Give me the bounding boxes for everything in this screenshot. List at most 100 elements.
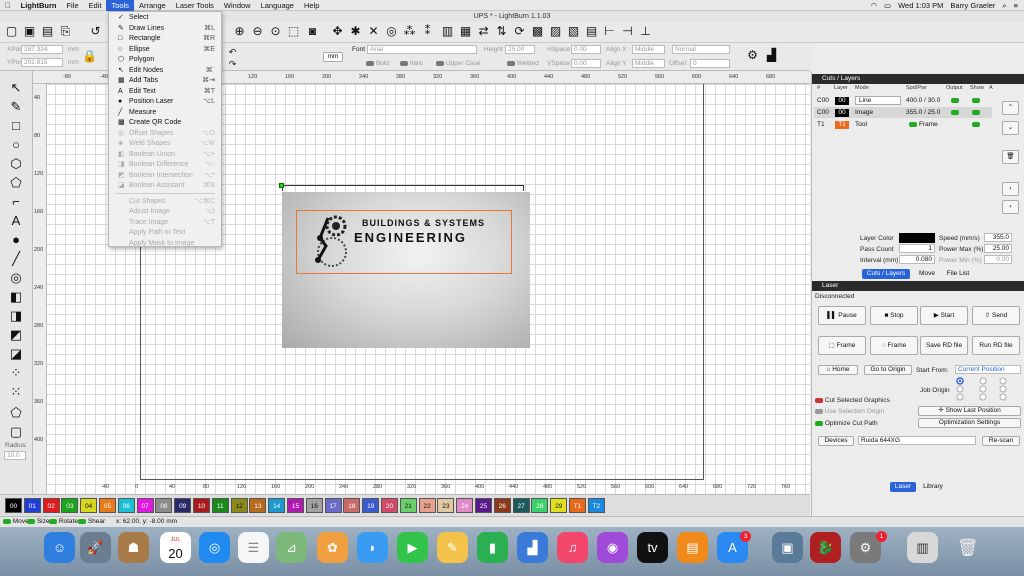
palette-swatch-24[interactable]: 24	[456, 498, 474, 513]
numbers-icon[interactable]: ▮	[477, 532, 508, 563]
menu-tools[interactable]: Tools	[106, 0, 134, 11]
pass-count-field[interactable]: 1	[899, 244, 935, 253]
palette-swatch-18[interactable]: 18	[343, 498, 361, 513]
layer-icon[interactable]: ◎	[384, 24, 399, 39]
keynote-icon[interactable]: ▟	[517, 532, 548, 563]
pages-icon[interactable]: ✎	[437, 532, 468, 563]
stop-button[interactable]: ■ Stop	[870, 306, 918, 325]
palette-swatch-13[interactable]: 13	[249, 498, 267, 513]
rotate-icon[interactable]: ⟳	[512, 24, 527, 39]
layer-mode[interactable]: Line	[855, 96, 901, 105]
hspace-field[interactable]: 0.00	[571, 45, 601, 54]
select-tool-icon[interactable]: ↖	[6, 79, 26, 96]
palette-swatch-22[interactable]: 22	[418, 498, 436, 513]
lock-icon[interactable]: 🔒	[82, 49, 97, 64]
contacts-icon[interactable]: ☗	[118, 532, 149, 563]
books-icon[interactable]: ▤	[677, 532, 708, 563]
undo-icon[interactable]: ↺	[88, 24, 103, 39]
save-icon[interactable]: ▤	[40, 24, 55, 39]
menu-item-create-qr-code[interactable]: ▩ Create QR Code	[109, 118, 221, 128]
palette-swatch-03[interactable]: 03	[61, 498, 79, 513]
launchpad-icon[interactable]: 🚀	[80, 532, 111, 563]
radius-field[interactable]: 10.0	[4, 451, 26, 460]
rescan-button[interactable]: Re-scan	[982, 436, 1020, 446]
facetime-icon[interactable]: ▶	[397, 532, 428, 563]
palette-swatch-16[interactable]: 16	[305, 498, 323, 513]
pause-button[interactable]: ▌▌ Pause	[818, 306, 866, 325]
palette-swatch-05[interactable]: 05	[99, 498, 116, 513]
bold-toggle[interactable]: Bold	[366, 60, 389, 67]
lightburn-icon[interactable]: 🐉	[810, 532, 841, 563]
nest-icon[interactable]: ▤	[584, 24, 599, 39]
collapse-right-button[interactable]: ›	[1002, 200, 1019, 214]
menu-item-select[interactable]: ✓ Select	[109, 13, 221, 23]
show-last-position-button[interactable]: ✛ Show Last Position	[918, 406, 1021, 416]
wifi-icon[interactable]: ◠	[870, 0, 877, 11]
edit-nodes-tool-icon[interactable]: ⬠	[6, 174, 26, 191]
welded-toggle[interactable]: Welded	[507, 60, 539, 67]
messages-icon[interactable]: ◗	[357, 532, 388, 563]
palette-swatch-12[interactable]: 12	[230, 498, 248, 513]
menubar-user[interactable]: Barry Graeler	[950, 0, 995, 11]
font-select[interactable]: Arial	[367, 45, 477, 54]
menu-item-ellipse[interactable]: ○ Ellipse ⌘E	[109, 45, 221, 55]
speed-field[interactable]: 355.0	[984, 233, 1012, 242]
layer-down-button[interactable]: ⌄	[1002, 121, 1019, 135]
layer-show-toggle[interactable]	[972, 95, 980, 106]
frame-circle-button[interactable]: ◌ Frame	[870, 336, 918, 355]
grid-array-icon[interactable]: ▨	[548, 24, 563, 39]
tabs-tool-icon[interactable]: ⌐	[6, 193, 26, 210]
interval-field[interactable]: 0.080	[899, 255, 935, 264]
align-icon[interactable]: ▥	[440, 24, 455, 39]
menu-item-measure[interactable]: ╱ Measure	[109, 108, 221, 118]
layer-show-toggle[interactable]	[972, 119, 980, 130]
difference-tool-icon[interactable]: ◩	[6, 326, 26, 343]
menu-item-polygon[interactable]: ⬡ Polygon	[109, 55, 221, 65]
vspace-field[interactable]: 0.00	[571, 59, 601, 68]
palette-swatch-07[interactable]: 07	[136, 498, 154, 513]
menu-item-edit-text[interactable]: A Edit Text ⌘T	[109, 87, 221, 97]
style-select[interactable]: Normal	[672, 45, 730, 54]
send-button[interactable]: ⇧ Send	[972, 306, 1020, 325]
shear-toggle[interactable]: Shear	[78, 517, 105, 527]
tab-move[interactable]: Move	[914, 269, 940, 279]
mirror-icon[interactable]: ⇅	[494, 24, 509, 39]
delete-layer-icon[interactable]: 🗑	[1002, 150, 1019, 164]
safari-icon[interactable]: ◎	[199, 532, 230, 563]
start-button[interactable]: ▶ Start	[920, 306, 968, 325]
tool-output-toggle[interactable]	[909, 119, 917, 130]
tools-icon[interactable]: ✕	[366, 24, 381, 39]
home-button[interactable]: ⌂ Home	[818, 365, 858, 375]
reminders-icon[interactable]: ☰	[238, 532, 269, 563]
power-min-field[interactable]: 0.00	[984, 255, 1012, 264]
preview-icon[interactable]: ▣	[772, 532, 803, 563]
aligny-select[interactable]: Middle	[632, 59, 665, 68]
cut-selected-toggle[interactable]: Cut Selected Graphics	[815, 397, 890, 404]
menubar-clock[interactable]: Wed 1:03 PM	[898, 0, 943, 11]
palette-swatch-00[interactable]: 00	[5, 498, 22, 513]
tab-file-list[interactable]: File List	[942, 269, 974, 279]
cut-layer-row[interactable]: C00 00 Line 400.0 / 30.0	[814, 95, 992, 106]
palette-swatch-15[interactable]: 15	[287, 498, 304, 513]
frame-button[interactable]: ⬚ Frame	[818, 336, 866, 355]
go-to-origin-button[interactable]: Go to Origin	[864, 365, 912, 375]
save-rd-button[interactable]: Save RD file	[920, 336, 968, 355]
photos-icon[interactable]: ✿	[317, 532, 348, 563]
pin-icon[interactable]: ⊢	[602, 24, 617, 39]
tab-cuts-layers[interactable]: Cuts / Layers	[862, 269, 910, 279]
rotary-icon[interactable]: ⊥	[638, 24, 653, 39]
cut-layer-row[interactable]: T1 T1 Tool Frame	[814, 119, 992, 130]
distribute-icon[interactable]: ▦	[458, 24, 473, 39]
menu-arrange[interactable]: Arrange	[134, 0, 171, 11]
palette-swatch-19[interactable]: 19	[362, 498, 380, 513]
layer-show-toggle[interactable]	[972, 107, 980, 118]
offset-field[interactable]: 0	[690, 59, 730, 68]
offset-tool-icon[interactable]: ◎	[6, 269, 26, 286]
settings-icon[interactable]: ✱	[348, 24, 363, 39]
menu-window[interactable]: Window	[219, 0, 256, 11]
laser-settings-icon[interactable]: ⚙	[745, 48, 760, 63]
trash-icon[interactable]: 🗑	[952, 532, 983, 563]
menu-item-add-tabs[interactable]: ▦ Add Tabs ⌘⇥	[109, 76, 221, 86]
circular-array-tool-icon[interactable]: ⁙	[6, 383, 26, 400]
ungroup-icon[interactable]: ⁑	[420, 24, 435, 39]
